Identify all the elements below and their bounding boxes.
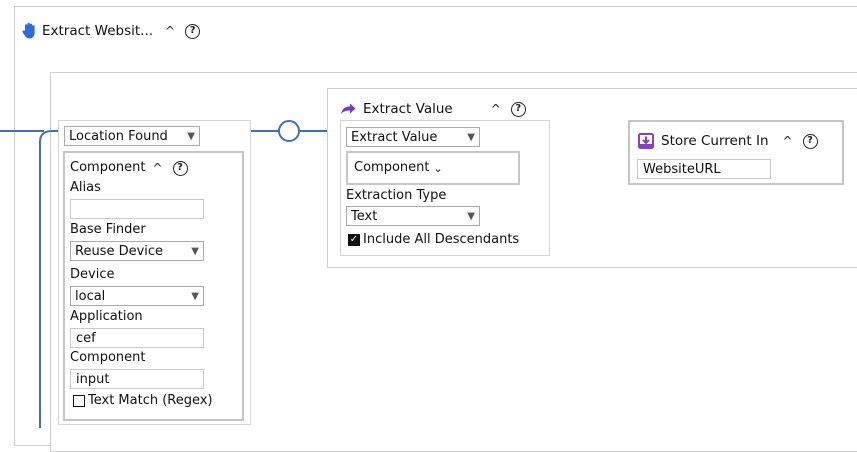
component-label: Component [70,350,146,365]
connector-node-blue[interactable] [278,120,300,142]
extraction-type-value: Text [351,208,378,224]
help-icon[interactable]: ? [802,133,818,149]
component-subblock[interactable]: Component ⌄ [346,151,520,185]
base-finder-value: Reuse Device [75,243,164,259]
base-finder-select[interactable]: Reuse Device ▼ [70,241,204,261]
collapse-caret-icon[interactable]: ^ [491,102,501,116]
extract-value-title: Extract Value [363,101,453,117]
share-arrow-icon [340,103,356,115]
collapse-caret-icon[interactable]: ^ [152,161,162,175]
include-descendants-checkbox[interactable]: ✓ [348,233,360,246]
device-label: Device [70,267,115,282]
store-variable-input[interactable]: WebsiteURL [637,159,771,179]
location-found-label: Location Found [69,128,168,144]
dropdown-arrow-icon: ▼ [467,131,475,143]
device-select[interactable]: local ▼ [70,286,204,306]
collapse-caret-icon[interactable]: ^ [783,134,793,148]
extract-value-select[interactable]: Extract Value ▼ [346,127,480,147]
store-title: Store Current In [661,133,769,149]
include-descendants-row[interactable]: ✓ Include All Descendants [348,232,519,247]
extract-value-select-value: Extract Value [351,129,438,145]
base-finder-label: Base Finder [70,222,146,237]
extraction-type-select[interactable]: Text ▼ [346,206,480,226]
dropdown-arrow-icon: ▼ [191,290,199,302]
dropdown-arrow-icon: ▼ [191,245,199,257]
application-input[interactable]: cef [70,328,204,348]
save-to-icon [638,133,654,149]
device-value: local [75,288,106,304]
alias-label: Alias [70,180,101,195]
help-icon[interactable]: ? [510,101,526,117]
text-match-label: Text Match (Regex) [88,393,213,408]
store-titlebar: Store Current In ^ ? [638,132,818,150]
alias-input[interactable] [70,199,204,219]
component-subblock-title: Component [354,160,430,175]
include-descendants-label: Include All Descendants [363,232,520,247]
component-title: Component [70,160,146,175]
component-titlebar: Component ^ ? [70,159,188,177]
extract-value-titlebar: Extract Value ^ ? [340,100,526,118]
help-icon[interactable]: ? [172,160,188,176]
dropdown-arrow-icon: ▼ [187,130,195,142]
extraction-type-label: Extraction Type [346,188,447,203]
component-input[interactable]: input [70,369,204,389]
text-match-checkbox[interactable] [73,394,85,407]
location-found-select[interactable]: Location Found ▼ [64,126,200,146]
text-match-checkbox-row[interactable]: Text Match (Regex) [73,393,213,408]
dropdown-arrow-icon: ▼ [467,210,475,222]
chevron-down-icon[interactable]: ⌄ [433,162,442,175]
application-label: Application [70,309,143,324]
